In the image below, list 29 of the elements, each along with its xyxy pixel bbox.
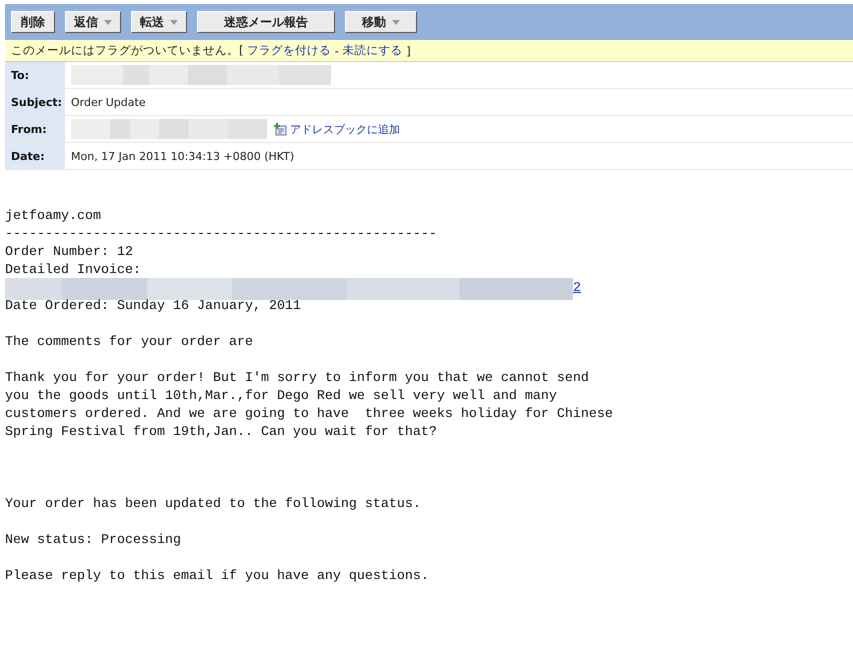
mark-unread-link[interactable]: 未読にする xyxy=(342,43,403,58)
flag-status-text: このメールにはフラグがついていません。[ xyxy=(11,43,244,58)
header-label: From: xyxy=(5,116,65,142)
caret-icon xyxy=(170,20,178,24)
invoice-link[interactable]: 2 xyxy=(573,280,581,298)
header-label: To: xyxy=(5,62,65,88)
toolbar-button[interactable]: 移動 xyxy=(345,11,417,33)
caret-icon xyxy=(392,20,400,24)
message-text: Date Ordered: Sunday 16 January, 2011 xyxy=(5,298,302,316)
flag-link[interactable]: フラグを付ける xyxy=(247,43,332,58)
toolbar-button[interactable]: 削除 xyxy=(11,11,55,33)
caret-icon xyxy=(104,20,112,24)
message-text: jetfoamy.com ------------------------------------------------------ Order Number: 12 Detailed Invoice: xyxy=(5,208,438,280)
header-label: Subject: xyxy=(5,89,65,115)
header-label: Date: xyxy=(5,143,65,169)
toolbar-button[interactable]: 迷惑メール報告 xyxy=(197,11,335,33)
header-value: Order Update xyxy=(71,96,146,108)
address-book-icon xyxy=(273,122,287,136)
message-text: New status: Processing xyxy=(5,532,182,550)
bracket-text: ] xyxy=(405,44,411,58)
message-text: Your order has been updated to the following status. xyxy=(5,496,422,514)
header-value: Mon, 17 Jan 2011 10:34:13 +0800 (HKT) xyxy=(71,150,294,162)
separator-text: - xyxy=(334,44,340,58)
message-text: Thank you for your order! But I'm sorry to inform you that we cannot send you the goods until 10th,Mar.,for Dego Red we sell very well and many customers ordered. And we are going to have three weeks holiday for Chinese Spring Festival from 19th,Jan.. Can you wait for that? xyxy=(5,370,614,442)
add-to-address-book-link[interactable]: アドレスブックに追加 xyxy=(290,122,400,136)
toolbar-button[interactable]: 転送 xyxy=(131,11,187,33)
message-text: The comments for your order are xyxy=(5,334,254,352)
toolbar-button[interactable]: 返信 xyxy=(65,11,121,33)
message-text: Please reply to this email if you have any questions. xyxy=(5,568,430,586)
